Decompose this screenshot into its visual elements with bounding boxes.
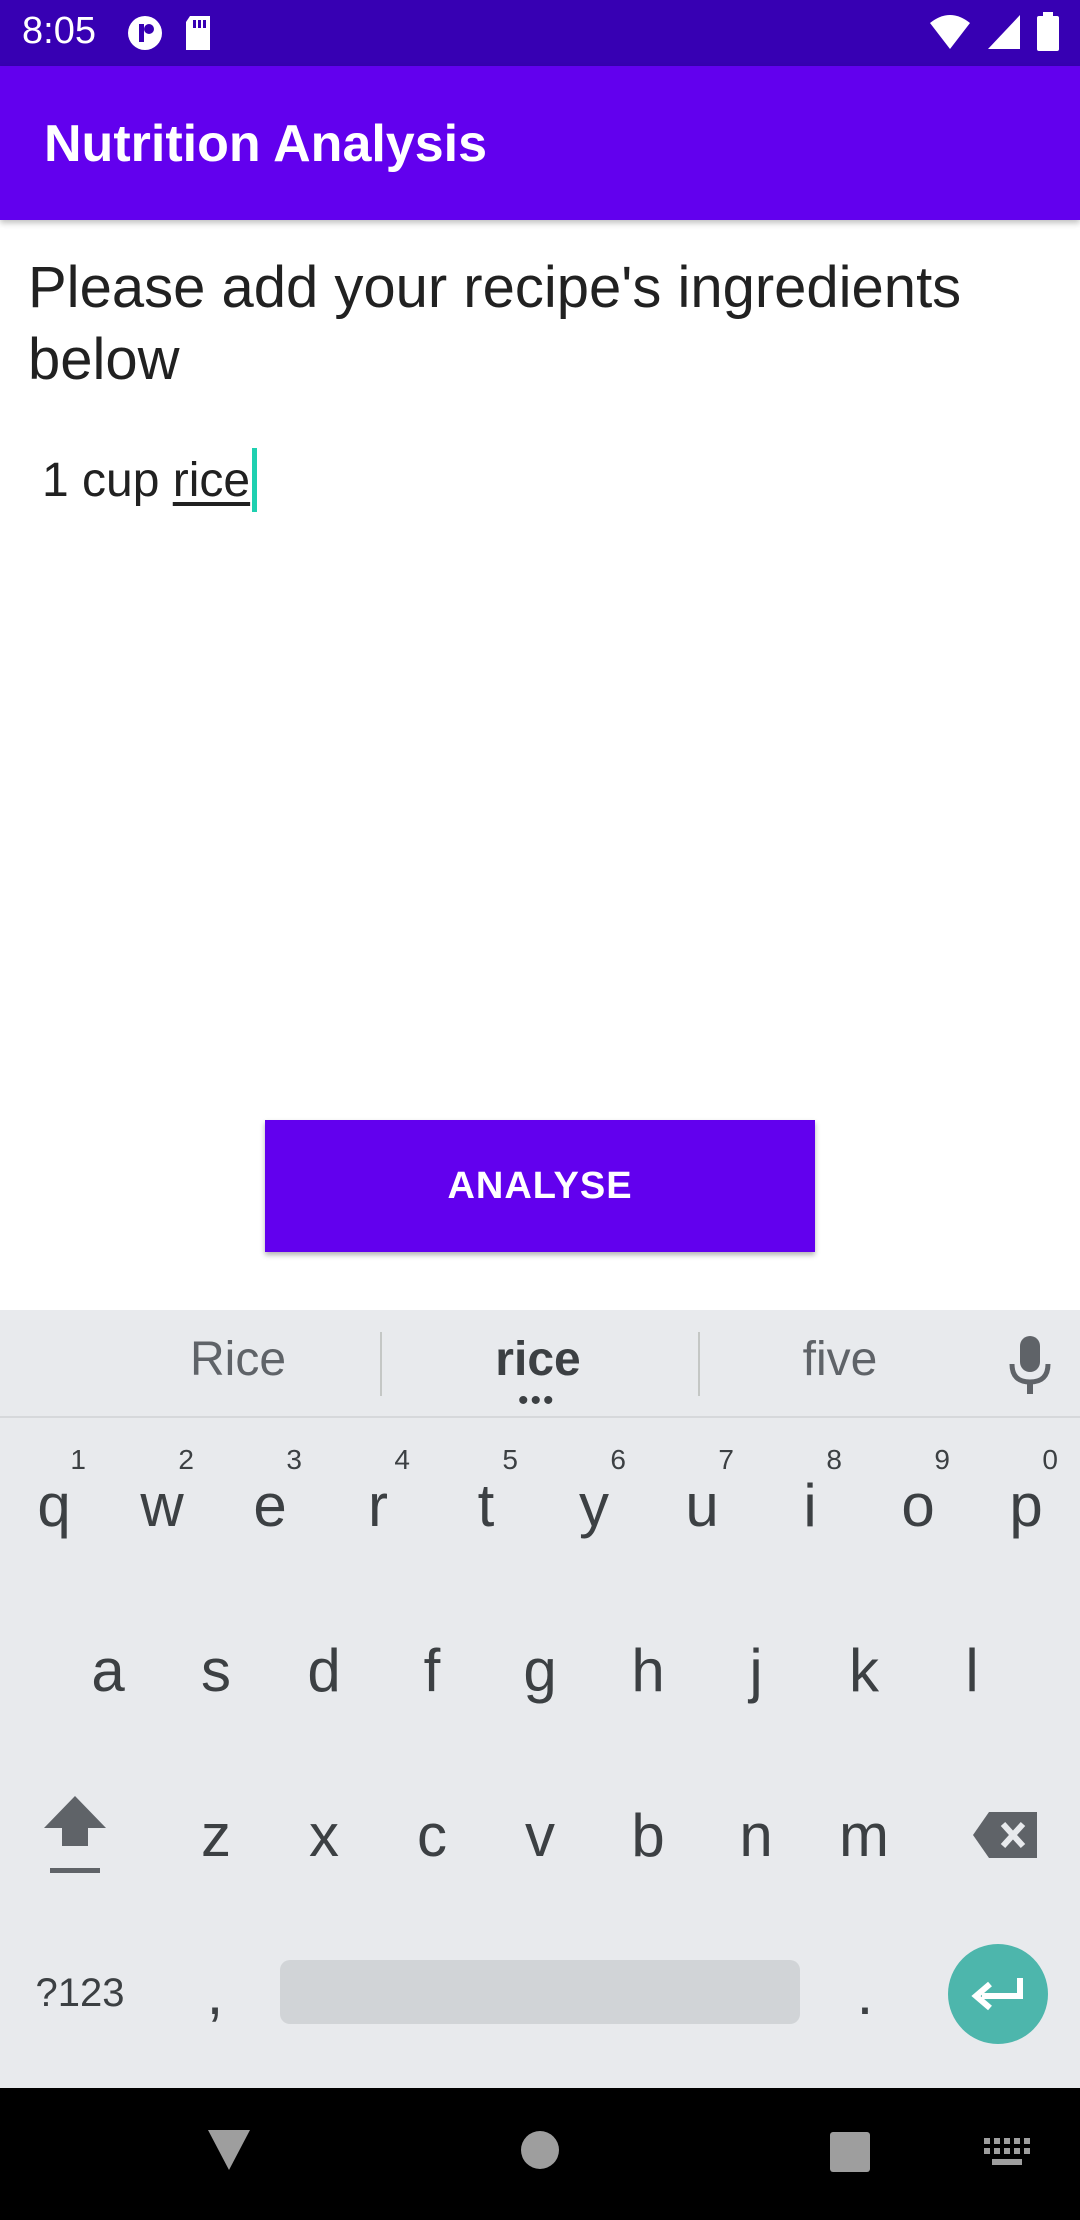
key-label: q [37, 1471, 71, 1539]
key-i[interactable]: i8 [756, 1430, 864, 1580]
suggestion-3[interactable]: five [690, 1332, 990, 1387]
key-d[interactable]: d [270, 1595, 378, 1745]
key-hint: 6 [610, 1444, 626, 1475]
key-label: w [140, 1471, 184, 1539]
key-w[interactable]: w2 [108, 1430, 216, 1580]
more-suggestions-dots: ••• [518, 1384, 556, 1417]
key-label: i [803, 1471, 817, 1539]
key-v[interactable]: v [486, 1760, 594, 1910]
wifi-icon [930, 15, 970, 49]
battery-icon [1037, 12, 1059, 51]
space-bar[interactable] [280, 1960, 800, 2024]
key-hint: 5 [502, 1444, 518, 1475]
key-l[interactable]: l [918, 1595, 1026, 1745]
key-u[interactable]: u7 [648, 1430, 756, 1580]
key-g[interactable]: g [486, 1595, 594, 1745]
key-label: u [685, 1471, 719, 1539]
ingredients-prompt: Please add your recipe's ingredients bel… [28, 255, 962, 392]
comma-key[interactable]: , [160, 1918, 270, 2068]
app-bar: Nutrition Analysis [0, 66, 1080, 220]
key-h[interactable]: h [594, 1595, 702, 1745]
key-m[interactable]: m [810, 1760, 918, 1910]
suggestion-divider [380, 1332, 382, 1396]
backspace-key[interactable] [952, 1760, 1060, 1910]
key-p[interactable]: p0 [972, 1430, 1080, 1580]
key-hint: 8 [826, 1444, 842, 1475]
key-s[interactable]: s [162, 1595, 270, 1745]
microphone-icon[interactable] [1006, 1334, 1054, 1398]
suggestion-1[interactable]: Rice [88, 1332, 388, 1387]
key-j[interactable]: j [702, 1595, 810, 1745]
key-hint: 2 [178, 1444, 194, 1475]
navigation-bar [0, 2088, 1080, 2220]
key-z[interactable]: z [162, 1760, 270, 1910]
key-hint: 4 [394, 1444, 410, 1475]
enter-key[interactable] [948, 1944, 1048, 2044]
suggestion-strip: Rice rice five ••• [0, 1310, 1080, 1418]
key-a[interactable]: a [54, 1595, 162, 1745]
key-k[interactable]: k [810, 1595, 918, 1745]
backspace-icon [973, 1812, 1037, 1858]
app-title: Nutrition Analysis [44, 115, 488, 173]
status-left-icons [126, 14, 214, 52]
key-e[interactable]: e3 [216, 1430, 324, 1580]
key-r[interactable]: r4 [324, 1430, 432, 1580]
notification-app-icon [128, 16, 162, 50]
status-bar: 8:05 [0, 0, 1080, 66]
back-icon[interactable] [206, 2128, 252, 2172]
recents-icon[interactable] [830, 2132, 870, 2172]
shift-icon [44, 1796, 106, 1873]
key-f[interactable]: f [378, 1595, 486, 1745]
key-label: r [368, 1471, 388, 1539]
status-time: 8:05 [22, 10, 96, 52]
home-icon[interactable] [520, 2130, 560, 2170]
key-q[interactable]: q1 [0, 1430, 108, 1580]
key-t[interactable]: t5 [432, 1430, 540, 1580]
key-label: e [253, 1471, 287, 1539]
symbols-key[interactable]: ?123 [20, 1918, 140, 2068]
key-y[interactable]: y6 [540, 1430, 648, 1580]
key-label: t [477, 1471, 495, 1539]
key-label: o [901, 1471, 935, 1539]
analyse-button[interactable]: ANALYSE [265, 1120, 815, 1252]
soft-keyboard: Rice rice five ••• q1w2e3r4t5y6u7i8o9p0 … [0, 1310, 1080, 2088]
text-cursor [252, 448, 258, 512]
key-hint: 3 [286, 1444, 302, 1475]
key-n[interactable]: n [702, 1760, 810, 1910]
status-right-icons [928, 12, 1060, 52]
ingredients-input[interactable]: 1 cup rice [28, 440, 1048, 520]
enter-icon [971, 1978, 1023, 2011]
key-hint: 0 [1042, 1444, 1058, 1475]
key-hint: 7 [718, 1444, 734, 1475]
key-label: p [1009, 1471, 1043, 1539]
key-label: y [579, 1471, 609, 1539]
cell-signal-icon [988, 15, 1020, 49]
key-hint: 9 [934, 1444, 950, 1475]
suggestion-2[interactable]: rice [388, 1332, 688, 1387]
key-x[interactable]: x [270, 1760, 378, 1910]
keyboard-switch-icon[interactable] [984, 2138, 1030, 2166]
input-text: 1 cup [42, 453, 173, 507]
period-key[interactable]: . [810, 1918, 920, 2068]
sd-card-icon [186, 16, 210, 50]
key-b[interactable]: b [594, 1760, 702, 1910]
key-c[interactable]: c [378, 1760, 486, 1910]
key-hint: 1 [70, 1444, 86, 1475]
input-composing-text: rice [172, 453, 251, 507]
shift-key[interactable] [20, 1760, 130, 1910]
key-o[interactable]: o9 [864, 1430, 972, 1580]
